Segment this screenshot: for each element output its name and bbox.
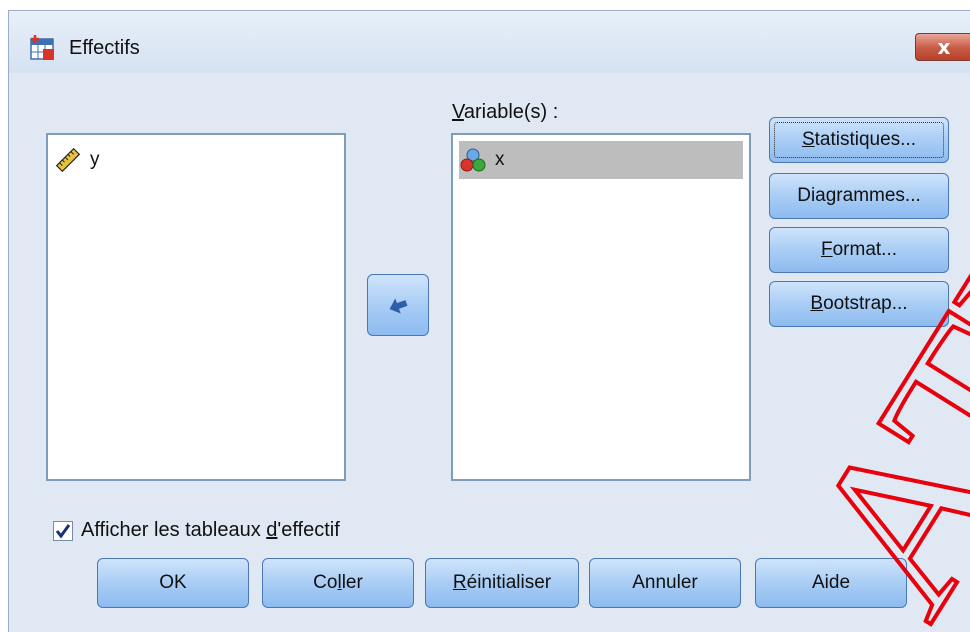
- ok-button[interactable]: OK: [97, 558, 249, 608]
- frequency-tables-checkbox[interactable]: [53, 520, 73, 541]
- close-icon: x: [937, 35, 951, 59]
- diagrammes-button[interactable]: Diagrammes...: [769, 173, 949, 219]
- coller-button[interactable]: Coller: [262, 558, 414, 608]
- source-variable-list[interactable]: y: [46, 133, 346, 481]
- show-frequency-tables-option[interactable]: Afficher les tableaux d'effectif: [53, 519, 340, 542]
- aide-button[interactable]: Aide: [755, 558, 907, 608]
- annuler-button[interactable]: Annuler: [589, 558, 741, 608]
- arrow-left-icon: [389, 298, 408, 314]
- nominal-variable-icon: [460, 148, 486, 172]
- variables-label: Variable(s) :: [452, 101, 559, 123]
- bootstrap-button[interactable]: Bootstrap...: [769, 281, 949, 327]
- format-button[interactable]: Format...: [769, 227, 949, 273]
- variable-label: x: [495, 149, 505, 170]
- list-item[interactable]: y: [54, 141, 100, 179]
- list-item[interactable]: x: [459, 141, 743, 179]
- statistiques-button[interactable]: Statistiques...: [769, 117, 949, 163]
- close-button[interactable]: x: [915, 33, 970, 61]
- move-variable-button[interactable]: [367, 274, 429, 336]
- target-variable-list[interactable]: x: [451, 133, 751, 481]
- variable-label: y: [90, 149, 100, 170]
- dialog-body: y Variable(s) : x Statistiques... Diagra…: [9, 73, 970, 632]
- dialog-window: Effectifs x y Variable(s): x Statistiqu…: [8, 10, 970, 632]
- checkbox-label: Afficher les tableaux d'effectif: [81, 519, 340, 541]
- ruler-scale-icon: [55, 147, 81, 173]
- table-app-icon: [30, 35, 54, 60]
- window-title: Effectifs: [69, 37, 140, 59]
- title-bar[interactable]: Effectifs x: [9, 11, 970, 73]
- checkmark-icon: [55, 523, 71, 538]
- reinitialiser-button[interactable]: Réinitialiser: [425, 558, 579, 608]
